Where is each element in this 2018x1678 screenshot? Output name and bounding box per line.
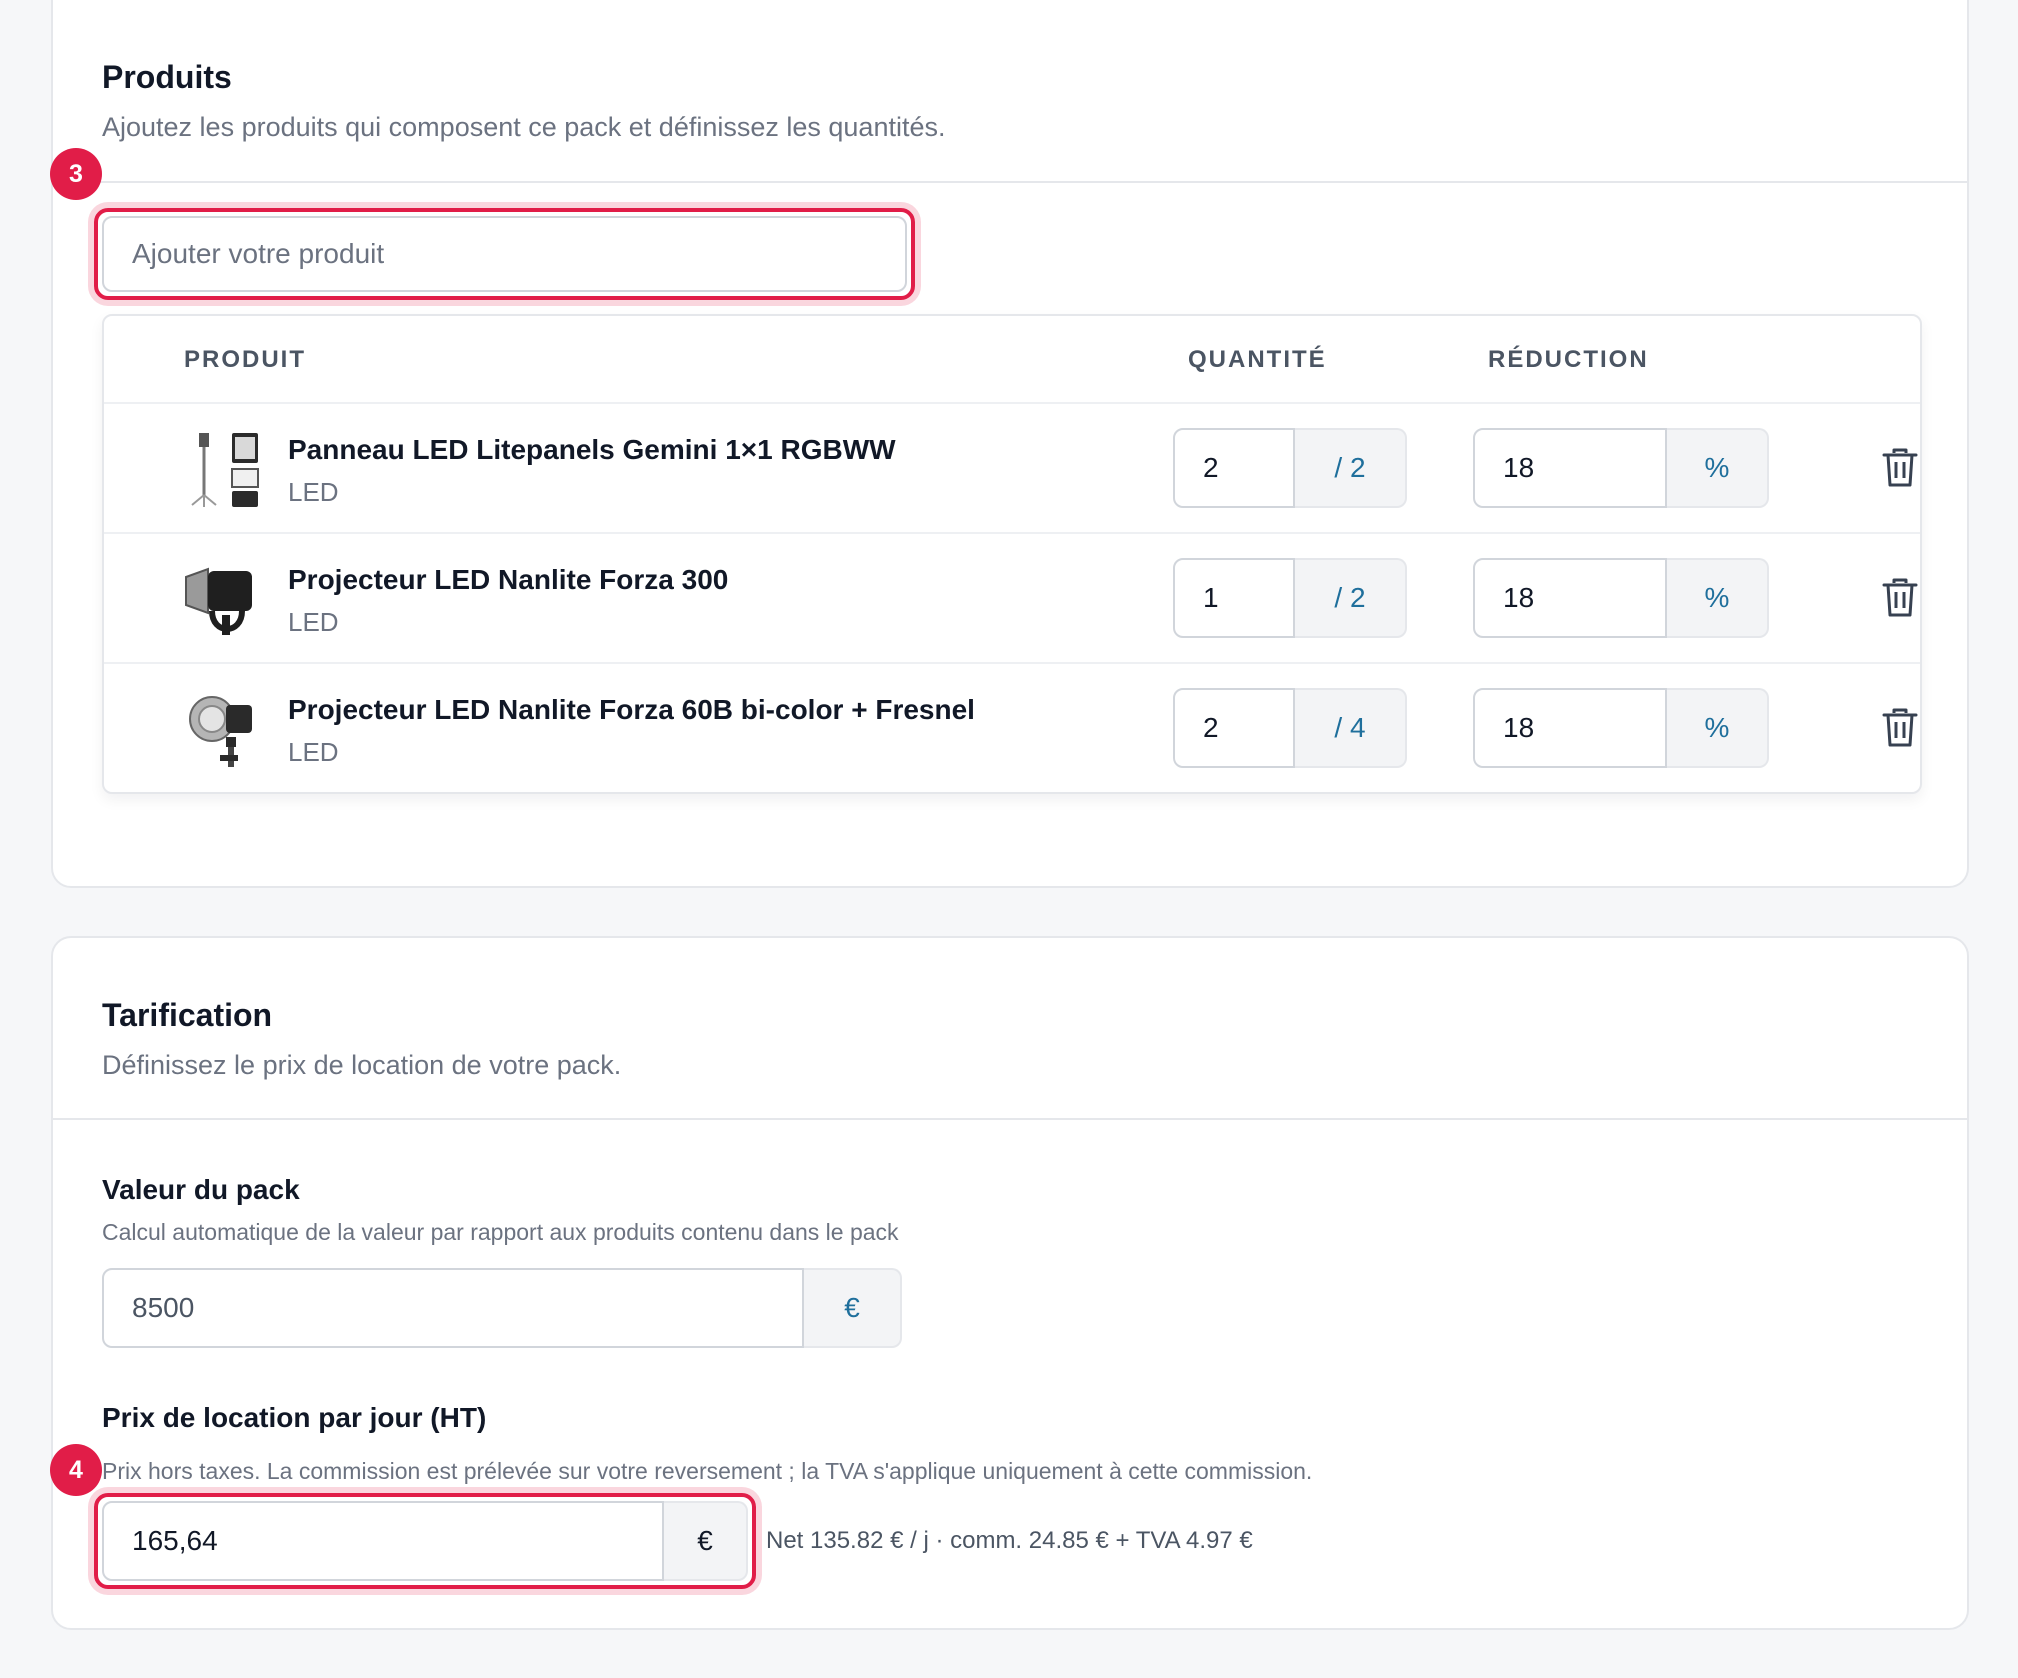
products-table-header: PRODUIT QUANTITÉ RÉDUCTION [104,316,1920,404]
quantity-input-group: / 2 [1173,558,1407,638]
spotlight-icon [182,559,262,639]
pack-value-help: Calcul automatique de la valeur par rapp… [102,1219,899,1245]
step-badge-4: 4 [50,1444,102,1496]
product-category: LED [288,477,339,507]
pricing-divider [53,1118,1967,1120]
quantity-max: / 2 [1295,558,1407,638]
fresnel-light-icon [182,689,262,769]
net-price-note: Net 135.82 € / j · comm. 24.85 € + TVA 4… [766,1527,1253,1554]
table-row: Projecteur LED Nanlite Forza 60B bi-colo… [104,664,1920,792]
daily-price-currency: € [664,1501,748,1581]
discount-input[interactable] [1473,558,1667,638]
pack-value-group: € [102,1268,902,1348]
product-name: Panneau LED Litepanels Gemini 1×1 RGBWW [288,434,896,465]
discount-input-group: % [1473,428,1769,508]
daily-price-label: Prix de location par jour (HT) [102,1402,487,1433]
products-title: Produits [102,59,232,95]
discount-unit: % [1667,428,1769,508]
pricing-title: Tarification [102,997,273,1033]
product-name: Projecteur LED Nanlite Forza 300 [288,564,729,595]
trash-icon [1882,578,1918,617]
product-name: Projecteur LED Nanlite Forza 60B bi-colo… [288,694,975,725]
daily-price-help: Prix hors taxes. La commission est préle… [102,1458,1313,1484]
delete-row-button[interactable] [1882,708,1918,748]
pricing-description: Définissez le prix de location de votre … [102,1050,622,1080]
discount-input-group: % [1473,558,1769,638]
pack-value-field[interactable] [102,1268,804,1348]
discount-input[interactable] [1473,428,1667,508]
led-panel-icon [182,429,262,509]
products-divider [53,181,1967,183]
discount-unit: % [1667,688,1769,768]
pricing-card: Tarification Définissez le prix de locat… [50,936,1969,1630]
quantity-input[interactable] [1173,558,1295,638]
step-badge-3: 3 [50,148,102,200]
quantity-max: / 4 [1295,688,1407,768]
pricing-card-header: Tarification Définissez le prix de locat… [53,938,1967,1118]
delete-row-button[interactable] [1882,448,1918,488]
add-product-input[interactable] [102,216,907,292]
product-category: LED [288,607,339,637]
column-header-product: PRODUIT [184,346,306,373]
quantity-max: / 2 [1295,428,1407,508]
daily-price-input[interactable] [102,1501,664,1581]
delete-row-button[interactable] [1882,578,1918,618]
trash-icon [1882,448,1918,487]
column-header-discount: RÉDUCTION [1488,346,1649,373]
quantity-input[interactable] [1173,688,1295,768]
table-row: Projecteur LED Nanlite Forza 300 LED / 2… [104,534,1920,664]
pack-value-label: Valeur du pack [102,1174,300,1205]
pack-value-currency: € [804,1268,902,1348]
trash-icon [1882,708,1918,747]
discount-unit: % [1667,558,1769,638]
products-card: Produits Ajoutez les produits qui compos… [50,0,1969,888]
products-card-header: Produits Ajoutez les produits qui compos… [53,0,1967,181]
discount-input-group: % [1473,688,1769,768]
products-description: Ajoutez les produits qui composent ce pa… [102,112,946,142]
column-header-quantity: QUANTITÉ [1188,346,1327,373]
table-row: Panneau LED Litepanels Gemini 1×1 RGBWW … [104,404,1920,534]
product-category: LED [288,737,339,767]
daily-price-group: € [102,1501,748,1581]
discount-input[interactable] [1473,688,1667,768]
quantity-input-group: / 2 [1173,428,1407,508]
quantity-input[interactable] [1173,428,1295,508]
products-table: PRODUIT QUANTITÉ RÉDUCTION Panneau LED L… [102,314,1922,794]
quantity-input-group: / 4 [1173,688,1407,768]
